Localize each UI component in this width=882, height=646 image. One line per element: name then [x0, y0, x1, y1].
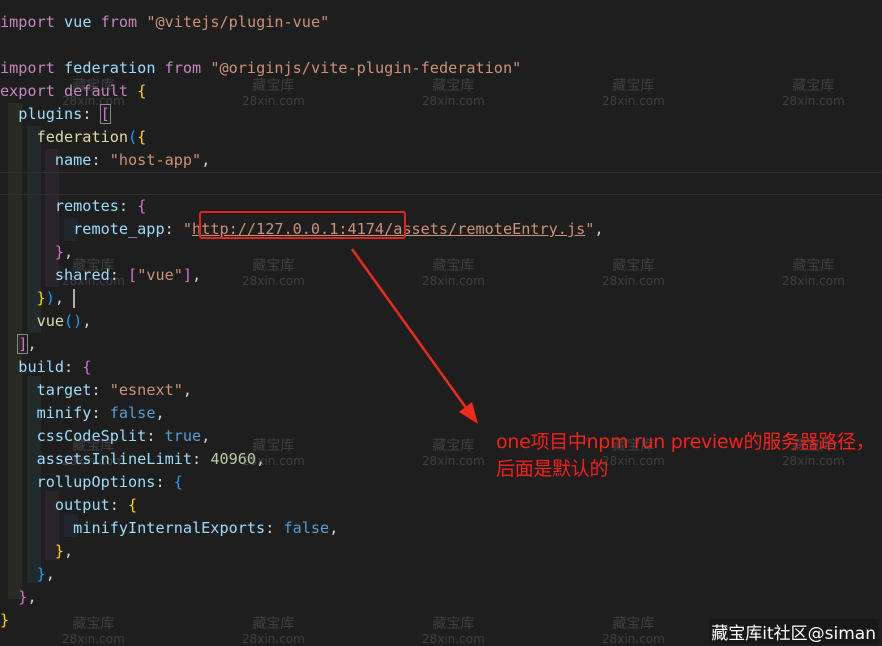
annotation-text: one项目中npm run preview的服务器路径，后面是默认的	[496, 431, 875, 480]
site-watermark: 藏宝库it社区@siman	[709, 619, 878, 644]
annotation-arrow	[350, 248, 478, 424]
